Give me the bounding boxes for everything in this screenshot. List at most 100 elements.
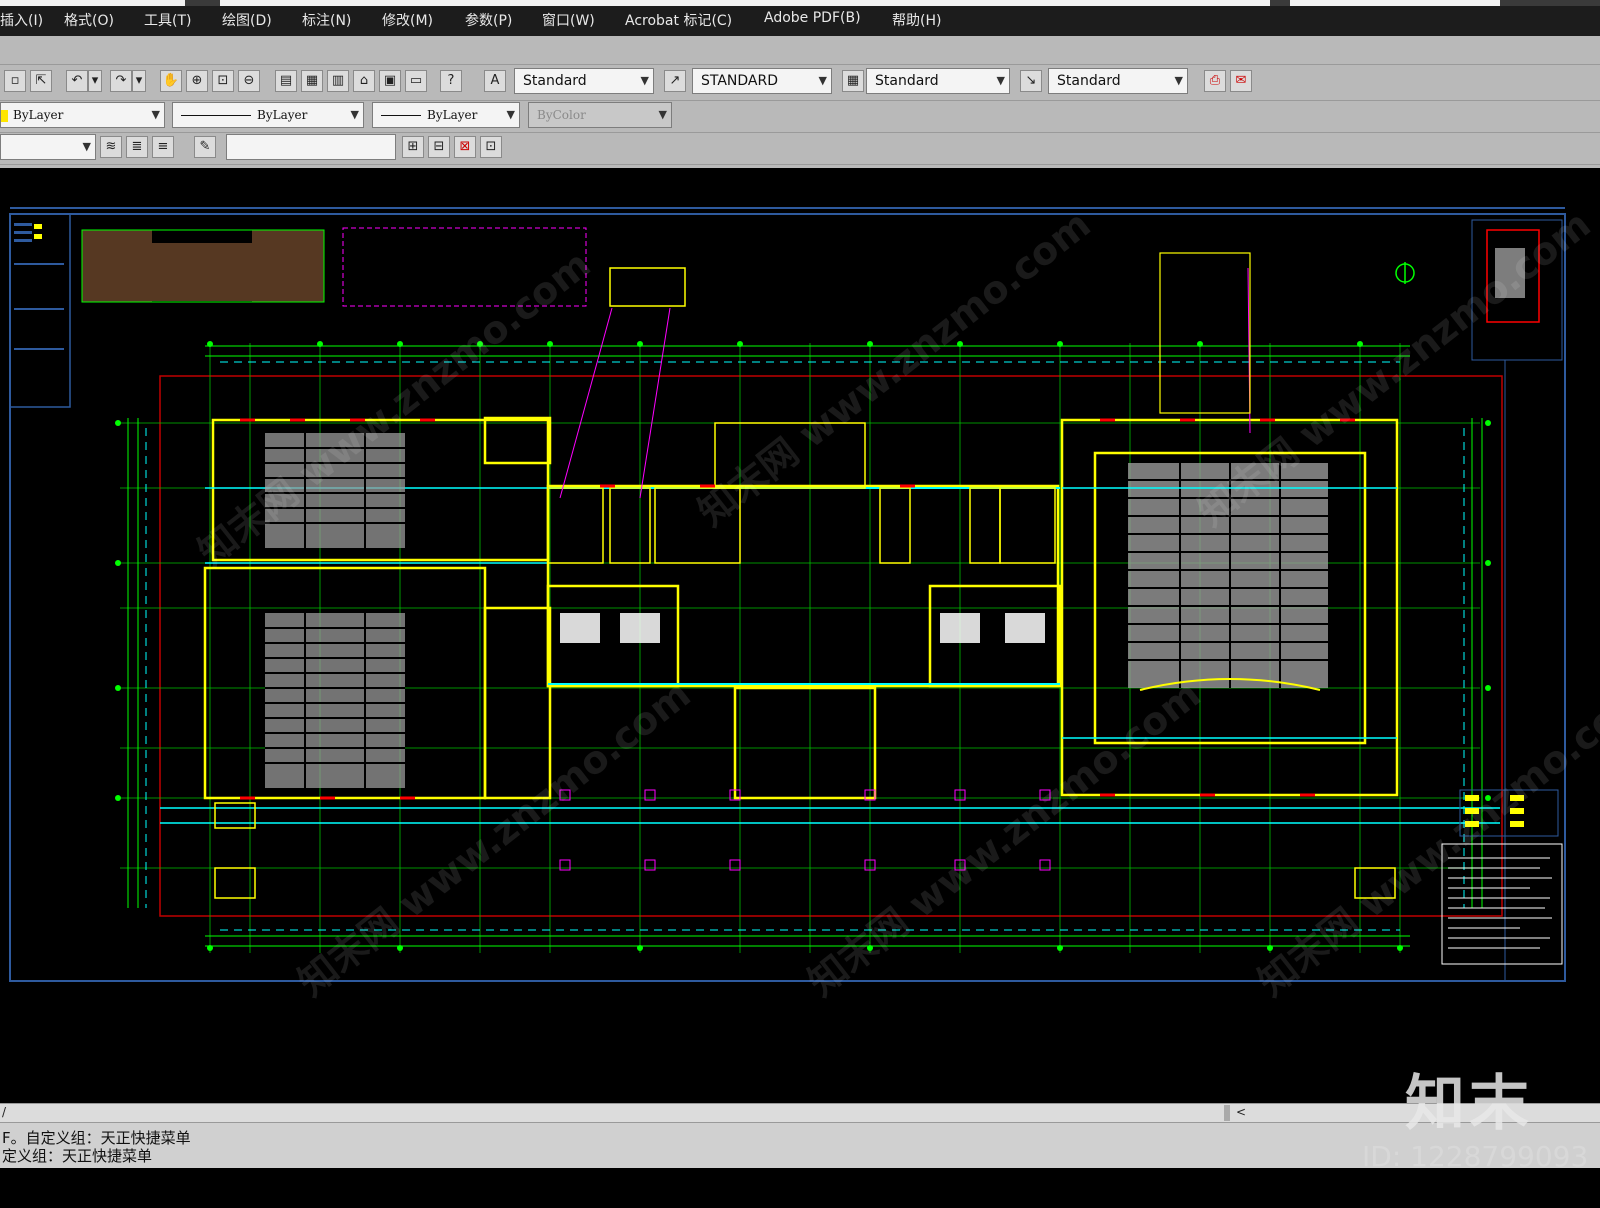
menu-insert[interactable]: 插入(I) [0,10,43,30]
command-line-2: 定义组：天正快捷菜单 [2,1147,153,1165]
chevron-down-icon: ▼ [82,140,91,153]
lineweight-combo[interactable]: ByLayer ▼ [372,102,520,128]
plaza-lines [160,807,1500,824]
dim-style-combo[interactable]: STANDARD ▼ [692,68,832,94]
chevron-down-icon: ▼ [506,108,515,121]
bottom-strip [0,1168,1600,1208]
block-delete-icon[interactable]: ⊠ [454,136,476,158]
table-style-icon[interactable]: ▦ [842,70,864,92]
redo-dropdown-icon[interactable]: ▾ [132,70,146,92]
new-icon[interactable]: ▫ [4,70,26,92]
command-history[interactable]: F。自定义组：天正快捷菜单 定义组：天正快捷菜单 [0,1123,1600,1168]
undo-dropdown-icon[interactable]: ▾ [88,70,102,92]
text-style-icon[interactable]: A [484,70,506,92]
menu-tools[interactable]: 工具(T) [144,10,191,30]
detail-elevator [1159,252,1251,414]
table-style-combo[interactable]: Standard ▼ [866,68,1010,94]
title-strip [0,0,1600,6]
lineweight-value: ByLayer [427,108,478,122]
linetype-combo[interactable]: ByLayer ▼ [172,102,364,128]
menu-modify[interactable]: 修改(M) [382,10,433,30]
multileader-style-icon[interactable]: ↘ [1020,70,1042,92]
chevron-down-icon: ▼ [658,108,667,121]
edit-attribute-icon[interactable]: ✎ [194,136,216,158]
help-icon[interactable]: ? [440,70,462,92]
markup-icon[interactable]: ▣ [379,70,401,92]
pan-icon[interactable]: ✋ [160,70,182,92]
title-strip-segment [0,0,185,6]
convert-pdf-icon[interactable]: ⎙ [1204,70,1226,92]
menu-adobe-pdf[interactable]: Adobe PDF(B) [764,10,861,26]
attribute-input[interactable] [226,134,396,160]
toolbar-area: ▫ ⇱ ↶ ▾ ↷ ▾ ✋ ⊕ ⊡ ⊖ ▤ ▦ ▥ ⌂ ▣ ▭ ? A Stan… [0,36,1600,168]
sheet-set-icon[interactable]: ⇱ [30,70,52,92]
north-arrow [1395,262,1415,284]
menu-parametric[interactable]: 参数(P) [465,10,512,30]
chevron-down-icon: ▼ [151,108,160,121]
scrollbar-divider [1224,1105,1230,1121]
layer-color-value: ByLayer [13,108,64,122]
toolbar-divider [0,64,1600,65]
detail-roof-plan [81,229,325,303]
layout-tabs-bar: / < [0,1103,1600,1123]
design-center-icon[interactable]: ▦ [301,70,323,92]
dim-style-icon[interactable]: ↗ [664,70,686,92]
chevron-down-icon: ▼ [640,74,649,87]
drawing-canvas[interactable]: 知末网 www.znzmo.com 知末网 www.znzmo.com 知末网 … [0,168,1600,1103]
multileader-style-value: Standard [1057,73,1121,89]
chevron-down-icon: ▼ [818,74,827,87]
pdf-email-icon[interactable]: ✉ [1230,70,1252,92]
plot-style-value: ByColor [537,108,586,122]
calculator-icon[interactable]: ▭ [405,70,427,92]
plot-style-combo: ByColor ▼ [528,102,672,128]
detail-stair [609,267,686,307]
zoom-previous-icon[interactable]: ⊖ [238,70,260,92]
tool-palettes-icon[interactable]: ▥ [327,70,349,92]
toolbar-divider [0,132,1600,133]
undo-icon[interactable]: ↶ [66,70,88,92]
block-save-icon[interactable]: ⊡ [480,136,502,158]
block-editor-icon[interactable]: ⊟ [428,136,450,158]
model-tab[interactable]: / [2,1105,6,1119]
layer-properties-icon[interactable]: ≋ [100,136,122,158]
title-block-left [9,213,71,408]
multileader-style-combo[interactable]: Standard ▼ [1048,68,1188,94]
brand-logo-text: 知末 [1405,1069,1533,1139]
properties-icon[interactable]: ▤ [275,70,297,92]
title-block-rows [14,223,64,350]
layer-states-icon[interactable]: ≡ [152,136,174,158]
text-style-combo[interactable]: Standard ▼ [514,68,654,94]
menu-bar: 插入(I) 格式(O) 工具(T) 绘图(D) 标注(N) 修改(M) 参数(P… [0,0,1600,36]
layer-state-combo[interactable]: ▼ [0,134,96,160]
zoom-window-icon[interactable]: ⊡ [212,70,234,92]
title-strip-segment [1290,0,1500,6]
toolbar-divider [0,100,1600,101]
title-strip-segment [220,0,1270,6]
dim-style-value: STANDARD [701,73,779,89]
text-style-value: Standard [523,73,587,89]
table-style-value: Standard [875,73,939,89]
lineweight-sample [381,115,421,116]
menu-help[interactable]: 帮助(H) [892,10,941,30]
chevron-down-icon: ▼ [350,108,359,121]
sheet-frame [9,213,1566,982]
menu-dimension[interactable]: 标注(N) [302,10,351,30]
zoom-realtime-icon[interactable]: ⊕ [186,70,208,92]
linetype-sample [181,115,251,116]
seating-left-lower [265,613,405,788]
sheet-set-manager-icon[interactable]: ⌂ [353,70,375,92]
insert-block-icon[interactable]: ⊞ [402,136,424,158]
color-swatch [1,110,8,122]
toolbar-divider [0,164,1600,165]
layer-previous-icon[interactable]: ≣ [126,136,148,158]
scroll-left-icon[interactable]: < [1236,1105,1246,1119]
menu-window[interactable]: 窗口(W) [542,10,595,30]
layer-color-combo[interactable]: ByLayer ▼ [0,102,165,128]
image-id-label: ID: 1228799093 [1362,1140,1589,1173]
menu-draw[interactable]: 绘图(D) [222,10,272,30]
redo-icon[interactable]: ↷ [110,70,132,92]
menu-format[interactable]: 格式(O) [64,10,114,30]
chevron-down-icon: ▼ [996,74,1005,87]
menu-acrobat-markup[interactable]: Acrobat 标记(C) [625,10,732,30]
center-block-tables [560,613,1045,643]
